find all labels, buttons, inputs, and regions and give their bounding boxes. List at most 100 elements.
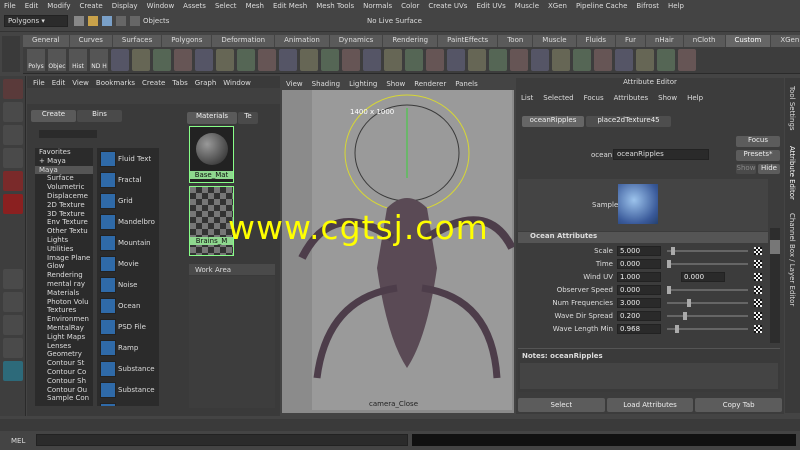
undo-icon[interactable]	[116, 16, 126, 26]
shelf-tool-icon[interactable]	[258, 49, 276, 71]
shelf-tab[interactable]: nHair	[645, 35, 683, 47]
shelf-tool-icon[interactable]	[531, 49, 549, 71]
hypershade-menu-item[interactable]: Graph	[195, 79, 216, 87]
viewport-menu-item[interactable]: View	[286, 80, 303, 88]
attribute-value-field[interactable]: 0.968	[617, 323, 661, 334]
category-item[interactable]: 2D Texture	[35, 201, 93, 210]
node-item[interactable]: Movie	[100, 254, 159, 274]
shelf-tab[interactable]: Muscle	[533, 35, 576, 47]
rotate-tool-icon[interactable]	[3, 171, 23, 191]
category-item[interactable]: Volumetric	[35, 183, 93, 192]
node-item[interactable]: Fractal	[100, 170, 159, 190]
mode-dropdown[interactable]: Polygons ▾	[4, 15, 68, 27]
shelf-tool-icon[interactable]	[321, 49, 339, 71]
slider-handle[interactable]	[683, 311, 688, 320]
shelf-tab[interactable]: Toon	[498, 35, 533, 47]
shelf-tool-icon[interactable]	[657, 49, 675, 71]
slider-handle[interactable]	[667, 285, 671, 294]
node-item[interactable]: PSD File	[100, 317, 159, 337]
category-item[interactable]: Sample Con	[35, 394, 93, 403]
shelf-tab[interactable]: Animation	[275, 35, 329, 47]
menu-item[interactable]: Window	[147, 2, 175, 10]
shelf-tool-icon[interactable]	[426, 49, 444, 71]
hypershade-menu-item[interactable]: Edit	[52, 79, 66, 87]
swatch-base-mat[interactable]: Base_Mat	[189, 126, 234, 183]
select-button[interactable]: Select	[518, 398, 605, 412]
create-search-field[interactable]	[39, 130, 97, 138]
menu-item[interactable]: Mesh Tools	[316, 2, 354, 10]
hypershade-menu-item[interactable]: File	[33, 79, 45, 87]
menu-item[interactable]: Color	[401, 2, 419, 10]
ae-menu-item[interactable]: Focus	[584, 94, 604, 102]
attribute-slider[interactable]	[667, 259, 748, 268]
slider-handle[interactable]	[675, 324, 680, 333]
node-name-field[interactable]: oceanRipples	[613, 149, 709, 160]
menu-item[interactable]: Modify	[47, 2, 70, 10]
shelf-tab[interactable]: nCloth	[683, 35, 725, 47]
map-button-icon[interactable]	[754, 324, 762, 333]
shelf-tool-icon[interactable]	[132, 49, 150, 71]
work-area[interactable]	[189, 276, 275, 408]
tab-materials[interactable]: Materials	[187, 112, 237, 124]
menu-item[interactable]: XGen	[548, 2, 567, 10]
notes-field[interactable]	[520, 363, 778, 389]
node-item[interactable]: Mountain	[100, 233, 159, 253]
save-scene-icon[interactable]	[102, 16, 112, 26]
category-item[interactable]: MentalRay	[35, 324, 93, 333]
ae-menu-item[interactable]: List	[521, 94, 533, 102]
shelf-tool-icon[interactable]	[405, 49, 423, 71]
attribute-slider[interactable]	[667, 246, 748, 255]
category-item[interactable]: Environmen	[35, 315, 93, 324]
shelf-tool-icon[interactable]	[447, 49, 465, 71]
attribute-value-field[interactable]: 0.000	[617, 258, 661, 269]
new-scene-icon[interactable]	[74, 16, 84, 26]
shelf-tab[interactable]: Deformation	[212, 35, 275, 47]
ae-scrollbar[interactable]	[770, 228, 780, 343]
time-slider[interactable]	[0, 419, 800, 431]
ae-menu-item[interactable]: Help	[687, 94, 703, 102]
layout-single-icon[interactable]	[3, 269, 23, 289]
shelf-tab[interactable]: Rendering	[383, 35, 438, 47]
shelf-tool-icon[interactable]	[594, 49, 612, 71]
tab-textures[interactable]: Te	[238, 112, 258, 124]
category-item[interactable]: Contour Co	[35, 368, 93, 377]
category-item[interactable]: Light Maps	[35, 333, 93, 342]
shelf-tab[interactable]: PaintEffects	[438, 35, 498, 47]
focus-button[interactable]: Focus	[736, 136, 780, 147]
map-button-icon[interactable]	[754, 311, 762, 320]
shelf-tool-icon[interactable]	[195, 49, 213, 71]
category-item[interactable]: Env Texture	[35, 218, 93, 227]
category-item[interactable]: mental ray	[35, 280, 93, 289]
live-surface-label[interactable]: No Live Surface	[367, 17, 422, 25]
viewport-menu-item[interactable]: Shading	[312, 80, 340, 88]
shelf-tool-icon[interactable]	[174, 49, 192, 71]
menu-item[interactable]: Display	[112, 2, 138, 10]
layout-two-icon[interactable]	[3, 315, 23, 335]
map-button-icon[interactable]	[754, 285, 762, 294]
menu-item[interactable]: Edit UVs	[476, 2, 505, 10]
scrollbar-thumb[interactable]	[770, 240, 780, 254]
attribute-value-field[interactable]: 5.000	[617, 245, 661, 256]
shelf-button[interactable]: Objec	[48, 49, 66, 71]
category-item[interactable]: Image Plane	[35, 254, 93, 263]
menu-item[interactable]: Edit	[25, 2, 39, 10]
menu-item[interactable]: File	[4, 2, 16, 10]
category-item[interactable]: Favorites	[35, 148, 93, 157]
menu-item[interactable]: Edit Mesh	[273, 2, 307, 10]
scale-tool-icon[interactable]	[3, 194, 23, 214]
shelf-button[interactable]: Hist	[69, 49, 87, 71]
hypershade-menu-item[interactable]: View	[72, 79, 89, 87]
menu-item[interactable]: Help	[668, 2, 684, 10]
category-item[interactable]: + Maya	[35, 157, 93, 166]
viewport-menu-item[interactable]: Show	[386, 80, 405, 88]
map-button-icon[interactable]	[754, 298, 762, 307]
viewport-menu-item[interactable]: Renderer	[414, 80, 446, 88]
category-item[interactable]: Glow	[35, 262, 93, 271]
slider-handle[interactable]	[671, 246, 676, 255]
menu-item[interactable]: Muscle	[515, 2, 539, 10]
shelf-tool-icon[interactable]	[153, 49, 171, 71]
shelf-tool-icon[interactable]	[111, 49, 129, 71]
shelf-button[interactable]: ND H	[90, 49, 108, 71]
category-item[interactable]: Lights	[35, 236, 93, 245]
node-item[interactable]: Noise	[100, 275, 159, 295]
